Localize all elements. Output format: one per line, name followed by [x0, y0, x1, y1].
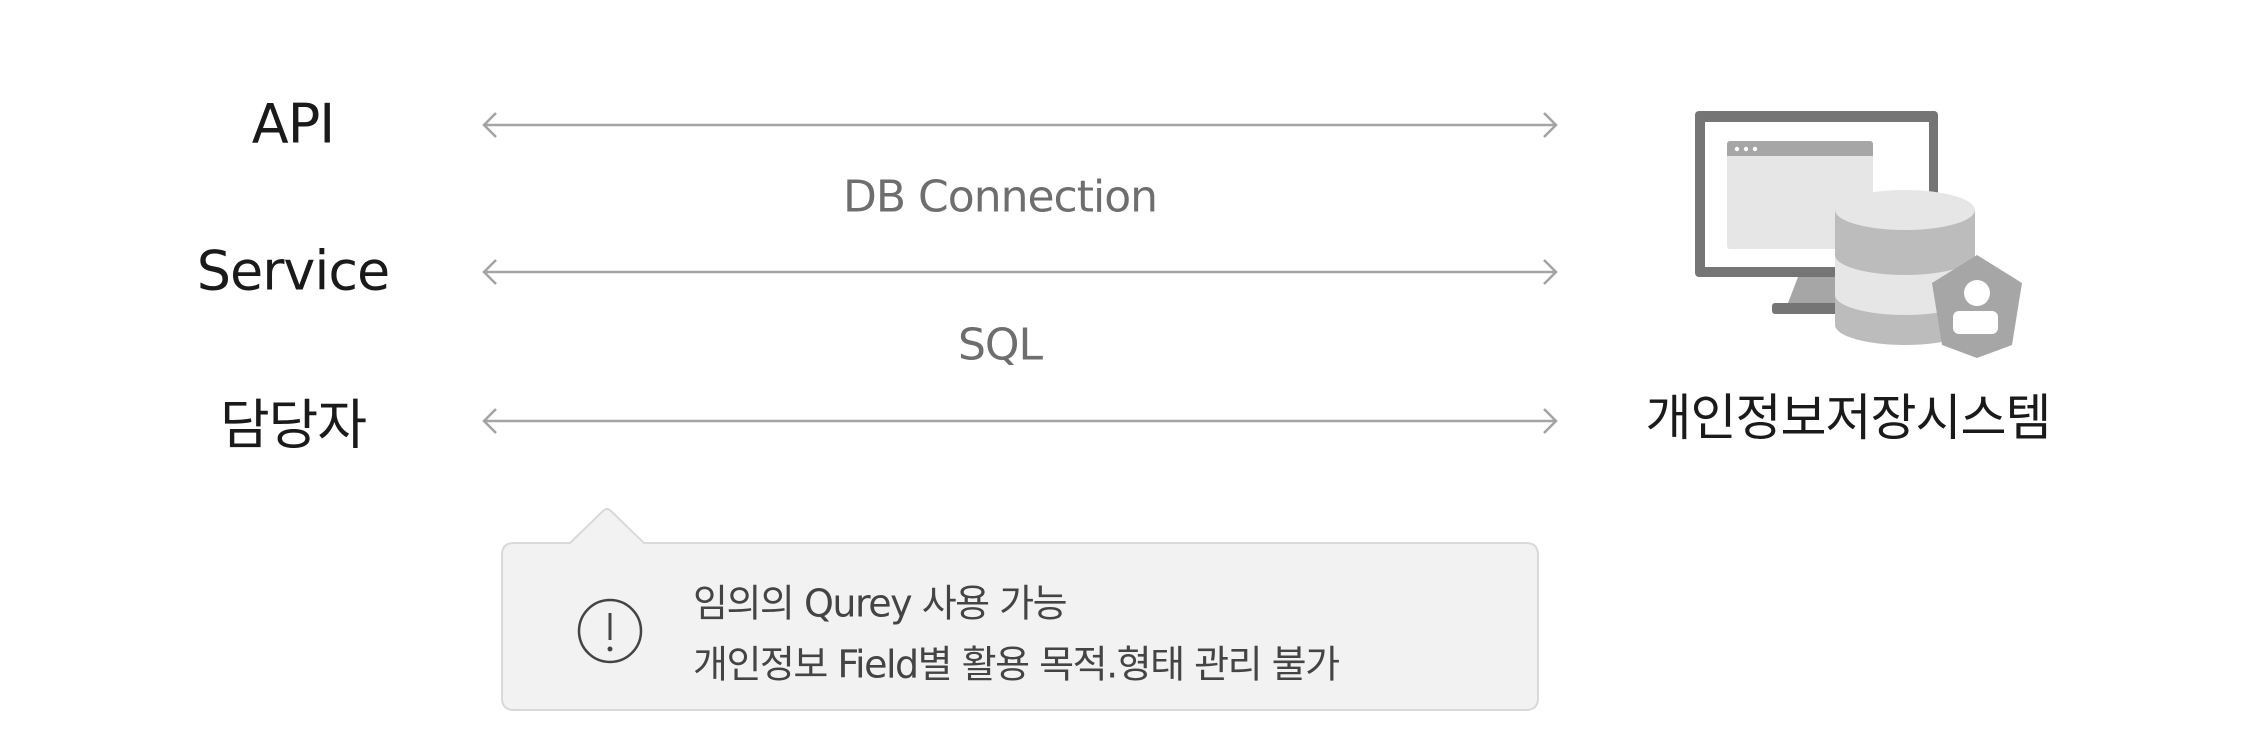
- callout-line-1: 임의의 Qurey 사용 가능: [693, 581, 1068, 626]
- callout-line-2: 개인정보 Field별 활용 목적.형태 관리 불가: [693, 642, 1340, 687]
